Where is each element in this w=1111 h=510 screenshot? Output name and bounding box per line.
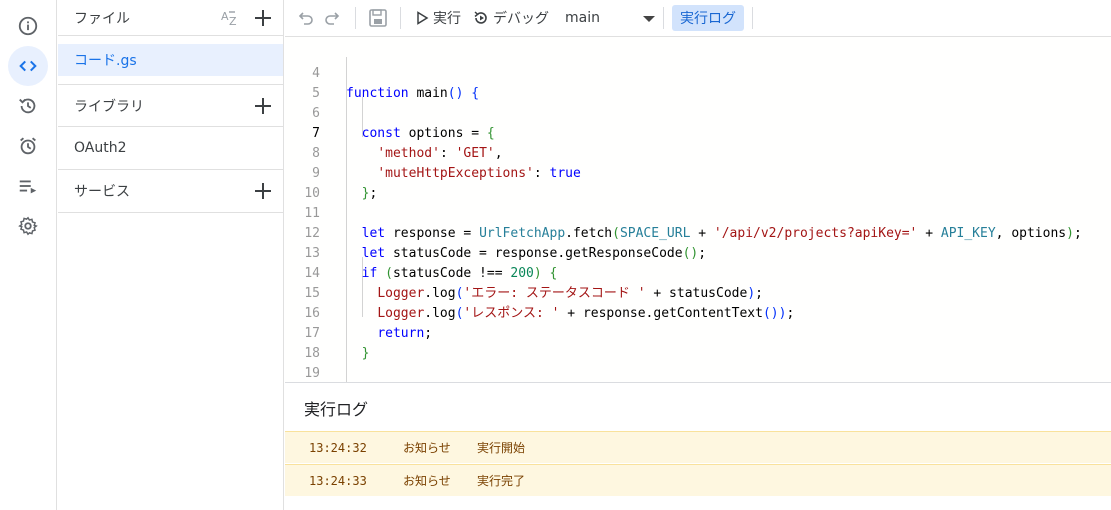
svg-text:A: A — [221, 10, 229, 23]
save-button[interactable] — [364, 4, 392, 32]
app-icon-rail — [0, 0, 57, 510]
log-entry: 13:24:32 お知らせ 実行開始 — [285, 431, 1111, 463]
code-line: 11 let response = UrlFetchApp.fetch(SPAC… — [285, 184, 1111, 241]
editor-toolbar: 実行 デバッグ main 実行ログ — [285, 0, 1111, 36]
code-icon — [19, 60, 37, 72]
file-item-code-gs[interactable]: コード.gs — [58, 44, 283, 76]
log-level: お知らせ — [403, 441, 451, 455]
plus-icon — [255, 10, 271, 26]
execution-log-toggle[interactable]: 実行ログ — [672, 5, 744, 31]
settings-button[interactable] — [8, 206, 48, 246]
log-level: お知らせ — [403, 474, 451, 488]
files-panel: ファイル AZ コード.gs ライブラリ OAuth2 サービス — [58, 0, 284, 510]
function-select-value: main — [565, 10, 600, 26]
code-line: 12 let statusCode = response.getResponse… — [285, 204, 1111, 261]
code-line: 13 if (statusCode !== 200) { — [285, 224, 1111, 281]
section-libraries: ライブラリ — [58, 84, 283, 127]
gear-icon — [18, 216, 38, 236]
chevron-down-icon — [643, 16, 655, 22]
run-button[interactable]: 実行 — [409, 4, 467, 32]
info-icon — [18, 16, 38, 36]
svg-text:Z: Z — [229, 15, 237, 28]
sort-az-icon: AZ — [221, 10, 237, 28]
code-line: 16 return; — [285, 284, 1111, 341]
log-message: 実行開始 — [477, 441, 526, 455]
toolbar-divider — [400, 7, 401, 29]
section-oauth2[interactable]: OAuth2 — [58, 127, 283, 170]
code-line: 14 Logger.log('エラー: ステータスコード ' + statusC… — [285, 244, 1111, 301]
section-services: サービス — [58, 170, 283, 213]
code-line: 4 function main() { — [285, 44, 1111, 101]
toolbar-divider — [752, 7, 753, 29]
code-line: 20 — [285, 364, 1111, 382]
add-service-button[interactable] — [251, 179, 275, 203]
run-label: 実行 — [433, 11, 461, 27]
code-line: 6 const options = { — [285, 84, 1111, 141]
undo-button[interactable] — [291, 4, 319, 32]
files-title: ファイル — [74, 10, 130, 27]
debug-label: デバッグ — [493, 11, 549, 27]
executions-button[interactable] — [8, 166, 48, 206]
overview-button[interactable] — [8, 6, 48, 46]
add-library-button[interactable] — [251, 94, 275, 118]
file-item-label: コード.gs — [74, 53, 137, 69]
triggers-button[interactable] — [8, 126, 48, 166]
executions-icon — [19, 180, 37, 194]
play-icon — [417, 11, 429, 25]
plus-icon — [255, 98, 271, 114]
code-line: 17 } — [285, 304, 1111, 361]
log-time: 13:24:33 — [309, 473, 367, 488]
execution-log-toggle-label: 実行ログ — [680, 11, 736, 27]
code-editor[interactable]: 4 function main() { 5 6 const options = … — [285, 36, 1111, 382]
code-line: 19 let data = JSON.parse(response.getCon… — [285, 344, 1111, 381]
plus-icon — [255, 183, 271, 199]
code-line: 9 }; — [285, 144, 1111, 201]
section-label: OAuth2 — [74, 140, 127, 156]
redo-icon — [325, 12, 340, 25]
save-icon — [369, 9, 387, 27]
code-line: 7 'method': 'GET', — [285, 104, 1111, 161]
history-icon — [19, 98, 36, 114]
editor-button[interactable] — [8, 46, 48, 86]
code-line: 15 Logger.log('レスポンス: ' + response.getCo… — [285, 264, 1111, 321]
debug-button[interactable]: デバッグ — [467, 4, 555, 32]
alarm-icon — [20, 137, 36, 155]
log-message: 実行完了 — [477, 474, 526, 488]
code-line: 8 'muteHttpExceptions': true — [285, 124, 1111, 181]
sort-files-button[interactable]: AZ — [219, 6, 243, 30]
files-header: ファイル AZ — [58, 0, 283, 36]
toolbar-divider — [663, 7, 664, 29]
add-file-button[interactable] — [251, 6, 275, 30]
code-line: 5 — [285, 64, 1111, 101]
toolbar-divider — [355, 7, 356, 29]
code-line: 18 — [285, 324, 1111, 361]
section-label: ライブラリ — [74, 98, 144, 115]
function-select[interactable]: main — [555, 4, 655, 32]
execution-log-title: 実行ログ — [304, 400, 369, 419]
debug-icon — [474, 11, 487, 24]
execution-log-panel: 実行ログ 13:24:32 お知らせ 実行開始 13:24:33 お知らせ 実行… — [285, 382, 1111, 510]
section-label: サービス — [74, 184, 130, 200]
undo-icon — [298, 12, 313, 25]
code-line: 10 — [285, 164, 1111, 201]
versions-button[interactable] — [8, 86, 48, 126]
redo-button[interactable] — [319, 4, 347, 32]
log-entry: 13:24:33 お知らせ 実行完了 — [285, 464, 1111, 496]
log-time: 13:24:32 — [309, 440, 367, 455]
